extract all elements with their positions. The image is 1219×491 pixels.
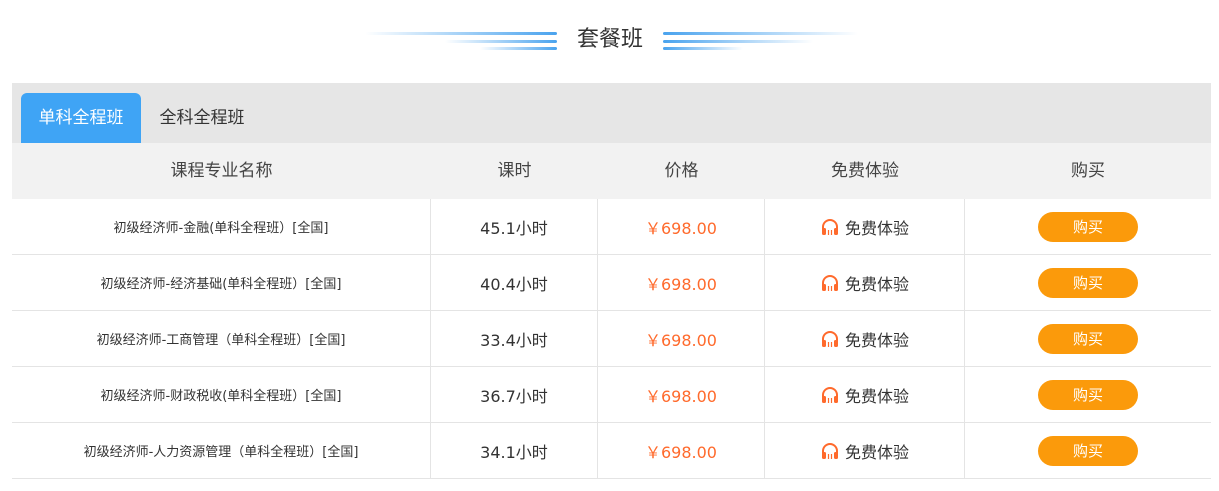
- course-price: ￥698.00: [598, 423, 765, 478]
- table-row: 初级经济师-工商管理（单科全程班）[全国] 33.4小时 ￥698.00 免费体…: [12, 311, 1211, 367]
- course-hours: 45.1小时: [431, 199, 598, 254]
- free-trial-link[interactable]: 免费体验: [820, 215, 909, 239]
- left-decoration-line: [365, 32, 557, 35]
- left-decoration-line: [480, 47, 557, 50]
- section-title: 套餐班: [576, 27, 643, 52]
- headphones-icon: [821, 442, 838, 459]
- header-free-trial: 免费体验: [831, 161, 899, 181]
- table-row: 初级经济师-经济基础(单科全程班）[全国] 40.4小时 ￥698.00 免费体…: [12, 255, 1211, 311]
- free-trial-cell: 免费体验: [765, 423, 965, 478]
- buy-cell: 购买: [965, 311, 1211, 366]
- buy-cell: 购买: [965, 367, 1211, 422]
- table-row: 初级经济师-金融(单科全程班）[全国] 45.1小时 ￥698.00 免费体验 …: [12, 199, 1211, 255]
- right-decoration-line: [663, 40, 813, 43]
- buy-button[interactable]: 购买: [1038, 323, 1138, 354]
- right-decoration-line: [663, 47, 743, 50]
- free-trial-cell: 免费体验: [765, 255, 965, 310]
- header-buy: 购买: [1071, 161, 1105, 181]
- free-trial-label: 免费体验: [844, 330, 909, 350]
- course-name: 初级经济师-金融(单科全程班）[全国]: [12, 199, 431, 254]
- course-hours: 34.1小时: [431, 423, 598, 478]
- free-trial-link[interactable]: 免费体验: [820, 271, 909, 295]
- course-table: 课程专业名称 课时 价格 免费体验 购买 初级经济师-金融(单科全程班）[全国]…: [12, 143, 1211, 479]
- free-trial-link[interactable]: 免费体验: [820, 383, 909, 407]
- course-price: ￥698.00: [598, 367, 765, 422]
- free-trial-label: 免费体验: [844, 386, 909, 406]
- free-trial-label: 免费体验: [844, 218, 909, 238]
- buy-button[interactable]: 购买: [1038, 211, 1138, 242]
- buy-button[interactable]: 购买: [1038, 435, 1138, 466]
- headphones-icon: [821, 330, 838, 347]
- section-header: 套餐班: [0, 0, 1219, 83]
- course-hours: 40.4小时: [431, 255, 598, 310]
- course-name: 初级经济师-人力资源管理（单科全程班）[全国]: [12, 423, 431, 478]
- tab-single-subject[interactable]: 单科全程班: [21, 93, 141, 143]
- free-trial-label: 免费体验: [844, 274, 909, 294]
- tab-all-subjects[interactable]: 全科全程班: [152, 93, 252, 143]
- right-decoration-line: [663, 32, 858, 35]
- course-price: ￥698.00: [598, 311, 765, 366]
- free-trial-cell: 免费体验: [765, 311, 965, 366]
- header-hours: 课时: [497, 161, 532, 181]
- free-trial-cell: 免费体验: [765, 367, 965, 422]
- course-price: ￥698.00: [598, 199, 765, 254]
- course-name: 初级经济师-经济基础(单科全程班）[全国]: [12, 255, 431, 310]
- course-name: 初级经济师-工商管理（单科全程班）[全国]: [12, 311, 431, 366]
- table-row: 初级经济师-人力资源管理（单科全程班）[全国] 34.1小时 ￥698.00 免…: [12, 423, 1211, 479]
- free-trial-cell: 免费体验: [765, 199, 965, 254]
- left-decoration-line: [445, 40, 557, 43]
- header-price: 价格: [664, 161, 699, 181]
- buy-cell: 购买: [965, 255, 1211, 310]
- headphones-icon: [821, 274, 838, 291]
- free-trial-link[interactable]: 免费体验: [820, 439, 909, 463]
- course-price: ￥698.00: [598, 255, 765, 310]
- table-header: 课程专业名称 课时 价格 免费体验 购买: [12, 143, 1211, 199]
- free-trial-label: 免费体验: [844, 442, 909, 462]
- table-row: 初级经济师-财政税收(单科全程班）[全国] 36.7小时 ￥698.00 免费体…: [12, 367, 1211, 423]
- course-name: 初级经济师-财政税收(单科全程班）[全国]: [12, 367, 431, 422]
- buy-button[interactable]: 购买: [1038, 267, 1138, 298]
- free-trial-link[interactable]: 免费体验: [820, 327, 909, 351]
- course-hours: 36.7小时: [431, 367, 598, 422]
- buy-button[interactable]: 购买: [1038, 379, 1138, 410]
- headphones-icon: [821, 218, 838, 235]
- buy-cell: 购买: [965, 199, 1211, 254]
- course-hours: 33.4小时: [431, 311, 598, 366]
- buy-cell: 购买: [965, 423, 1211, 478]
- tab-bar: 单科全程班 全科全程班: [12, 83, 1211, 143]
- headphones-icon: [821, 386, 838, 403]
- header-course-name: 课程专业名称: [170, 161, 273, 181]
